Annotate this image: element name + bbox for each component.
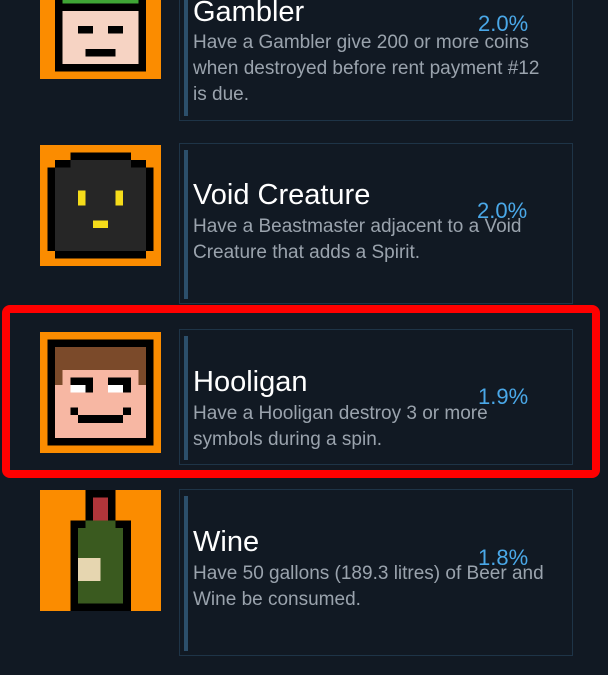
achievement-title: Hooligan [193,366,307,398]
achievement-card: Void Creature Have a Beastmaster adjacen… [179,143,573,304]
achievement-card: Hooligan Have a Hooligan destroy 3 or mo… [179,329,573,465]
card-accent-bar [184,336,188,460]
achievement-percent: 1.8% [478,545,528,571]
achievement-description: Have a Gambler give 200 or more coins wh… [193,30,553,108]
hooligan-face-icon [40,332,161,453]
card-accent-bar [184,0,188,116]
gambler-face-icon [40,0,161,79]
card-accent-bar [184,150,188,299]
achievement-title: Gambler [193,0,304,28]
achievement-percent: 2.0% [478,11,528,37]
void-creature-icon [40,145,161,266]
achievement-card: Wine Have 50 gallons (189.3 litres) of B… [179,489,573,656]
achievement-percent: 2.0% [477,198,527,224]
wine-bottle-icon [40,490,161,611]
achievement-title: Wine [193,526,259,558]
achievement-card: Gambler Have a Gambler give 200 or more … [179,0,573,121]
achievement-percent: 1.9% [478,384,528,410]
card-accent-bar [184,496,188,651]
achievement-title: Void Creature [193,179,370,211]
